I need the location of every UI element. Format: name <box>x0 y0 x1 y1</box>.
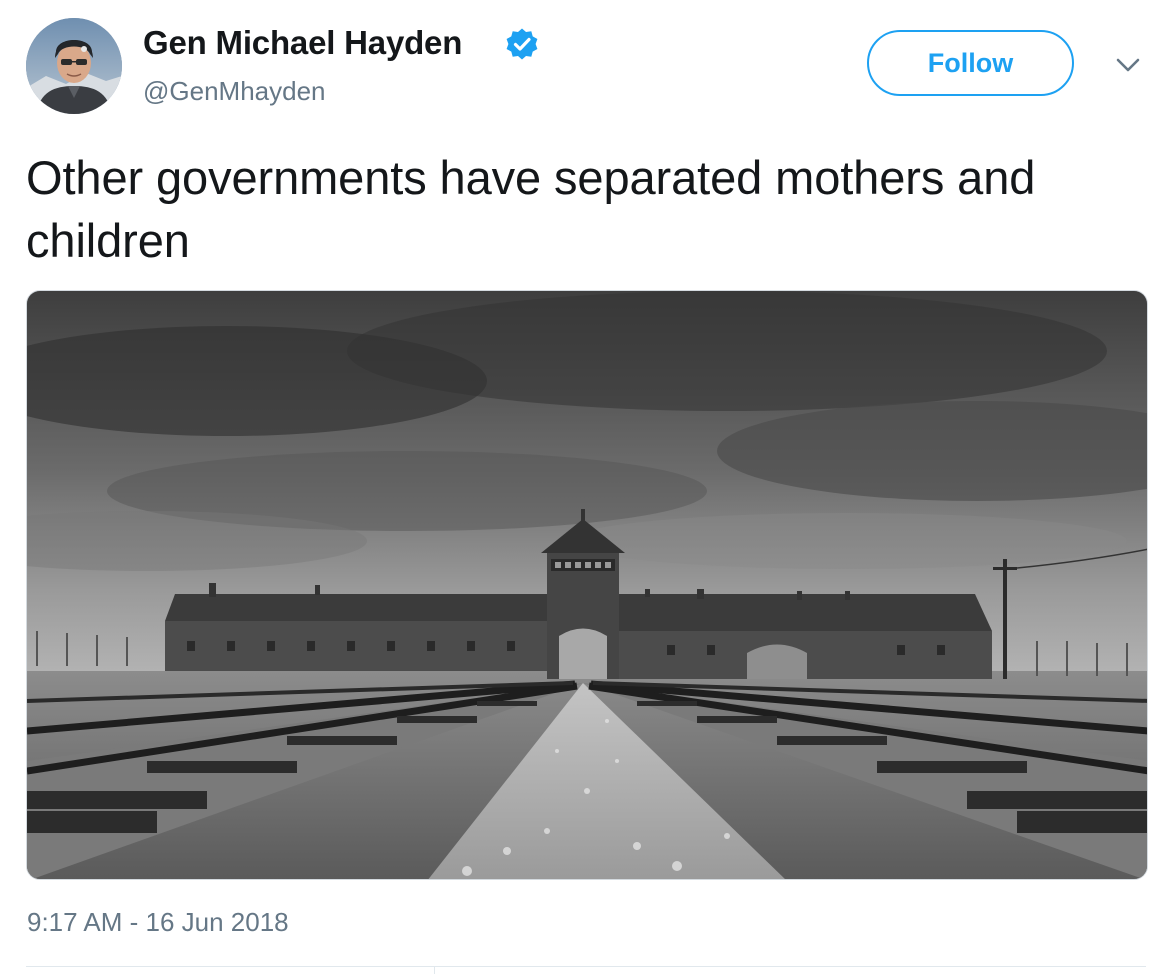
divider-tick <box>434 966 435 974</box>
author-display-name[interactable]: Gen Michael Hayden <box>143 24 462 62</box>
tweet-media-photo[interactable] <box>26 290 1148 880</box>
avatar[interactable] <box>26 18 122 114</box>
author-handle[interactable]: @GenMhayden <box>143 76 326 107</box>
tweet-timestamp[interactable]: 9:17 AM - 16 Jun 2018 <box>27 907 289 938</box>
verified-badge-icon <box>506 28 538 60</box>
avatar-image <box>26 18 122 114</box>
tweet-text: Other governments have separated mothers… <box>26 151 1036 267</box>
follow-button[interactable]: Follow <box>867 30 1074 96</box>
tweet-card: Gen Michael Hayden @GenMhayden Follow Ot… <box>0 0 1172 974</box>
railway-gatehouse-photo <box>27 291 1147 879</box>
divider <box>26 966 1146 967</box>
chevron-down-icon[interactable] <box>1114 55 1142 75</box>
